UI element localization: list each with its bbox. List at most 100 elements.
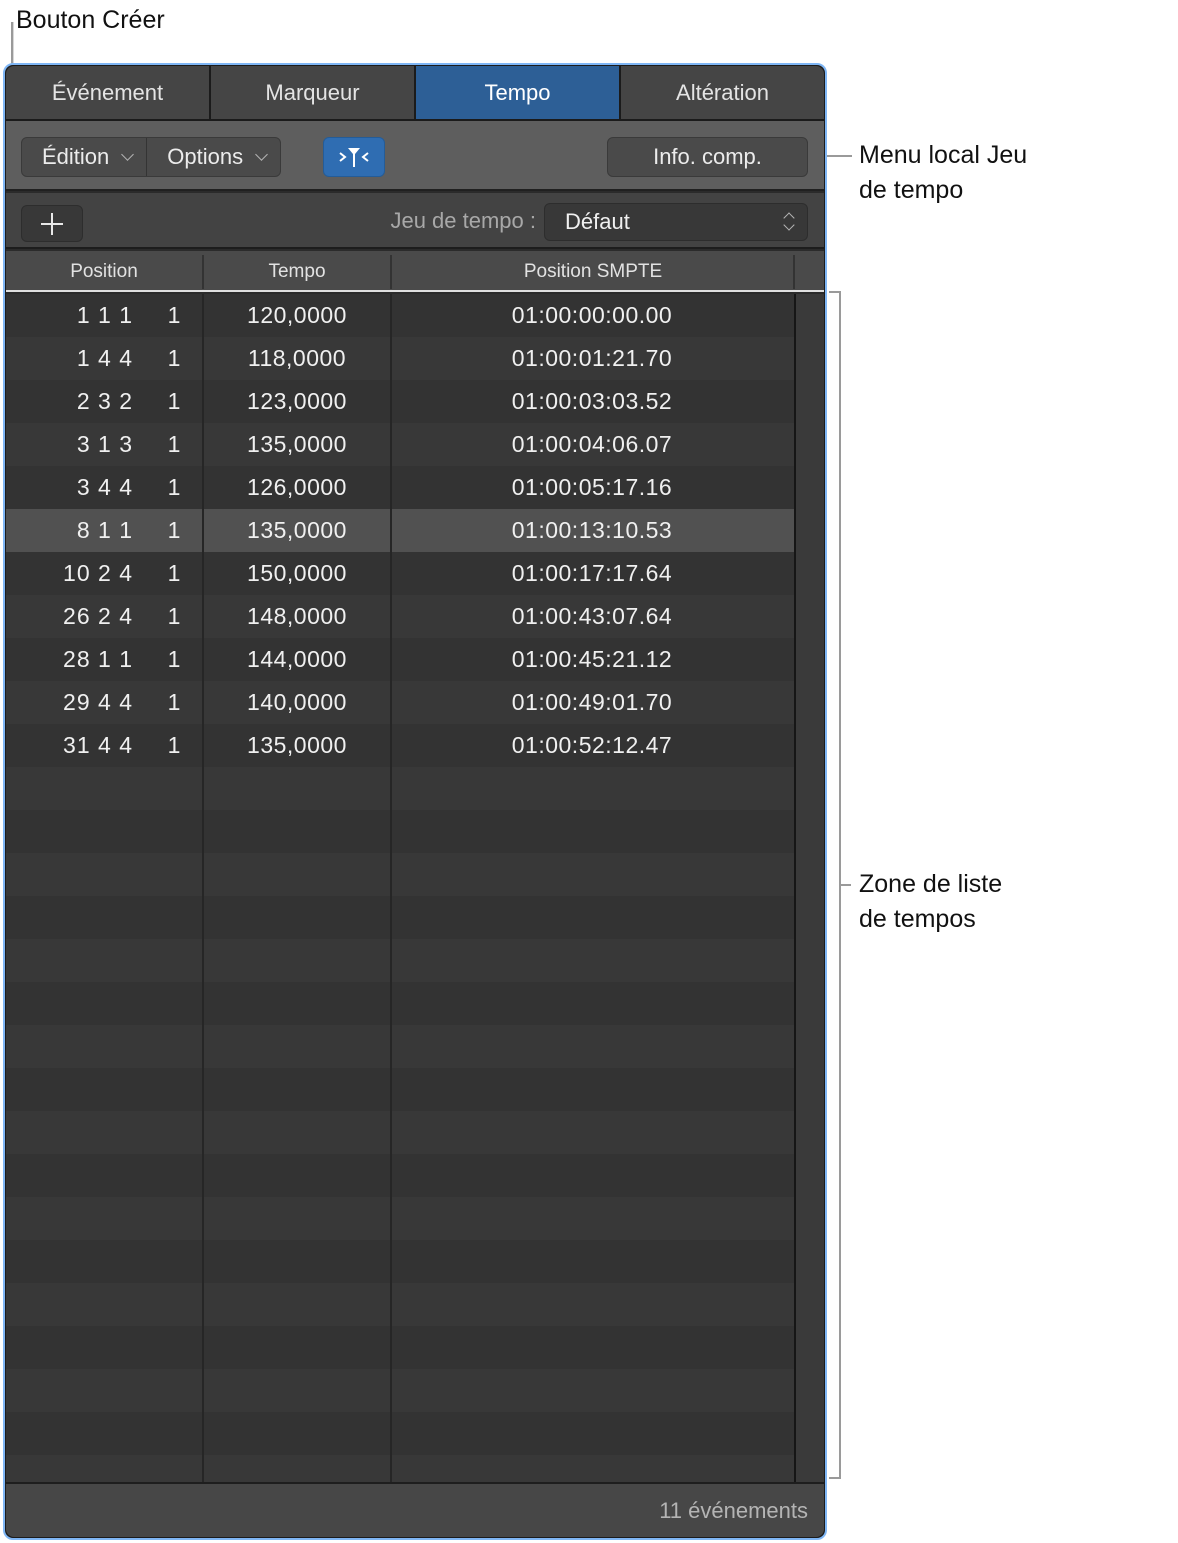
up-down-chevron-icon — [783, 211, 795, 233]
cell-tempo[interactable]: 135,0000 — [204, 509, 390, 552]
table-row[interactable]: 10 2 4 1 150,000001:00:17:17.64 — [6, 552, 794, 595]
cell-position[interactable]: 28 1 1 — [63, 638, 133, 681]
callout-list-area-label-1: Zone de liste — [859, 867, 1002, 902]
chevron-down-icon — [255, 148, 268, 161]
cell-position-sub[interactable]: 1 — [164, 638, 184, 681]
tab-signature[interactable]: Altération — [621, 66, 824, 119]
table-row[interactable]: 29 4 4 1 140,000001:00:49:01.70 — [6, 681, 794, 724]
cell-position-sub[interactable]: 1 — [164, 466, 184, 509]
cell-tempo[interactable]: 150,0000 — [204, 552, 390, 595]
table-row[interactable]: 28 1 1 1 144,000001:00:45:21.12 — [6, 638, 794, 681]
cell-position-sub[interactable]: 1 — [164, 294, 184, 337]
scrollbar-track[interactable] — [794, 294, 824, 1482]
cell-smpte-position[interactable]: 01:00:49:01.70 — [392, 681, 792, 724]
cell-position-sub[interactable]: 1 — [164, 552, 184, 595]
cell-position[interactable]: 3 4 4 — [77, 466, 133, 509]
cell-smpte-position[interactable]: 01:00:13:10.53 — [392, 509, 792, 552]
cell-tempo[interactable]: 135,0000 — [204, 724, 390, 767]
cell-position-sub[interactable]: 1 — [164, 423, 184, 466]
cell-tempo[interactable]: 140,0000 — [204, 681, 390, 724]
table-row[interactable]: 1 4 4 1 118,000001:00:01:21.70 — [6, 337, 794, 380]
catch-playhead-button[interactable] — [323, 137, 385, 177]
column-header-tempo-label: Tempo — [268, 261, 325, 283]
edit-menu-button[interactable]: Édition — [22, 138, 146, 176]
cell-smpte-position[interactable]: 01:00:43:07.64 — [392, 595, 792, 638]
tab-marker[interactable]: Marqueur — [211, 66, 416, 119]
tempo-set-value: Défaut — [565, 209, 630, 235]
table-row[interactable]: 2 3 2 1 123,000001:00:03:03.52 — [6, 380, 794, 423]
status-footer: 11 événements — [6, 1482, 824, 1537]
cell-position[interactable]: 26 2 4 — [63, 595, 133, 638]
event-count: 11 événements — [659, 1484, 808, 1537]
tab-event[interactable]: Événement — [6, 66, 211, 119]
column-line — [390, 294, 392, 1482]
cell-smpte-position[interactable]: 01:00:04:06.07 — [392, 423, 792, 466]
column-header-position[interactable]: Position — [6, 251, 202, 292]
table-row[interactable]: 31 4 4 1 135,000001:00:52:12.47 — [6, 724, 794, 767]
cell-position[interactable]: 31 4 4 — [63, 724, 133, 767]
column-header-tempo[interactable]: Tempo — [204, 251, 390, 292]
options-menu-button[interactable]: Options — [146, 138, 280, 176]
column-divider — [793, 255, 795, 289]
column-header-smpte[interactable]: Position SMPTE — [392, 251, 794, 292]
cell-position[interactable]: 10 2 4 — [63, 552, 133, 595]
toolbar: Édition Options Info. comp. — [6, 121, 824, 191]
cell-smpte-position[interactable]: 01:00:01:21.70 — [392, 337, 792, 380]
cell-position[interactable]: 3 1 3 — [77, 423, 133, 466]
options-menu-label: Options — [167, 144, 243, 170]
menu-segment: Édition Options — [21, 137, 281, 177]
cell-tempo[interactable]: 118,0000 — [204, 337, 390, 380]
cell-tempo[interactable]: 135,0000 — [204, 423, 390, 466]
table-row[interactable]: 3 1 3 1 135,000001:00:04:06.07 — [6, 423, 794, 466]
tempo-set-bar: Jeu de tempo : Défaut — [6, 193, 824, 249]
cell-tempo[interactable]: 126,0000 — [204, 466, 390, 509]
cell-position[interactable]: 2 3 2 — [77, 380, 133, 423]
callout-list-area-label-2: de tempos — [859, 902, 976, 937]
cell-smpte-position[interactable]: 01:00:45:21.12 — [392, 638, 792, 681]
column-header-smpte-label: Position SMPTE — [524, 261, 662, 283]
chevron-down-icon — [121, 148, 134, 161]
additional-info-label: Info. comp. — [653, 144, 762, 170]
cell-position-sub[interactable]: 1 — [164, 380, 184, 423]
table-row[interactable]: 3 4 4 1 126,000001:00:05:17.16 — [6, 466, 794, 509]
create-button[interactable] — [21, 205, 83, 242]
cell-smpte-position[interactable]: 01:00:03:03.52 — [392, 380, 792, 423]
callout-bracket-tick — [841, 884, 851, 886]
cell-position[interactable]: 29 4 4 — [63, 681, 133, 724]
tab-tempo[interactable]: Tempo — [416, 66, 621, 119]
plus-icon — [41, 213, 63, 235]
cell-tempo[interactable]: 120,0000 — [204, 294, 390, 337]
column-line — [202, 294, 204, 1482]
cell-tempo[interactable]: 144,0000 — [204, 638, 390, 681]
cell-smpte-position[interactable]: 01:00:05:17.16 — [392, 466, 792, 509]
callout-create-button-label: Bouton Créer — [16, 3, 165, 38]
table-row[interactable]: 26 2 4 1 148,000001:00:43:07.64 — [6, 595, 794, 638]
cell-position-sub[interactable]: 1 — [164, 595, 184, 638]
callout-bracket-bottom — [829, 1477, 841, 1479]
catch-playhead-icon — [336, 144, 372, 170]
callout-tempo-set-menu-label-2: de tempo — [859, 173, 963, 208]
cell-position-sub[interactable]: 1 — [164, 681, 184, 724]
cell-position-sub[interactable]: 1 — [164, 337, 184, 380]
list-editor-tabs: Événement Marqueur Tempo Altération — [6, 66, 824, 121]
cell-position-sub[interactable]: 1 — [164, 509, 184, 552]
column-header-position-label: Position — [70, 261, 138, 283]
tempo-set-popup-menu[interactable]: Défaut — [544, 203, 808, 241]
cell-smpte-position[interactable]: 01:00:52:12.47 — [392, 724, 792, 767]
cell-position[interactable]: 1 1 1 — [77, 294, 133, 337]
table-row[interactable]: 1 1 1 1 120,000001:00:00:00.00 — [6, 294, 794, 337]
cell-position[interactable]: 8 1 1 — [77, 509, 133, 552]
table-row[interactable]: 8 1 1 1 135,000001:00:13:10.53 — [6, 509, 794, 552]
tempo-list-editor-window: Événement Marqueur Tempo Altération Édit… — [3, 63, 827, 1540]
tempo-list-area[interactable]: 1 1 11120,000001:00:00:00.001 4 41118,00… — [6, 294, 824, 1482]
cell-position-sub[interactable]: 1 — [164, 724, 184, 767]
cell-position[interactable]: 1 4 4 — [77, 337, 133, 380]
table-header: Position Tempo Position SMPTE — [6, 251, 824, 292]
cell-tempo[interactable]: 148,0000 — [204, 595, 390, 638]
cell-smpte-position[interactable]: 01:00:17:17.64 — [392, 552, 792, 595]
cell-tempo[interactable]: 123,0000 — [204, 380, 390, 423]
cell-smpte-position[interactable]: 01:00:00:00.00 — [392, 294, 792, 337]
additional-info-button[interactable]: Info. comp. — [607, 137, 808, 177]
window-content: Événement Marqueur Tempo Altération Édit… — [6, 66, 824, 1537]
callout-tempo-set-menu-label-1: Menu local Jeu — [859, 138, 1027, 173]
